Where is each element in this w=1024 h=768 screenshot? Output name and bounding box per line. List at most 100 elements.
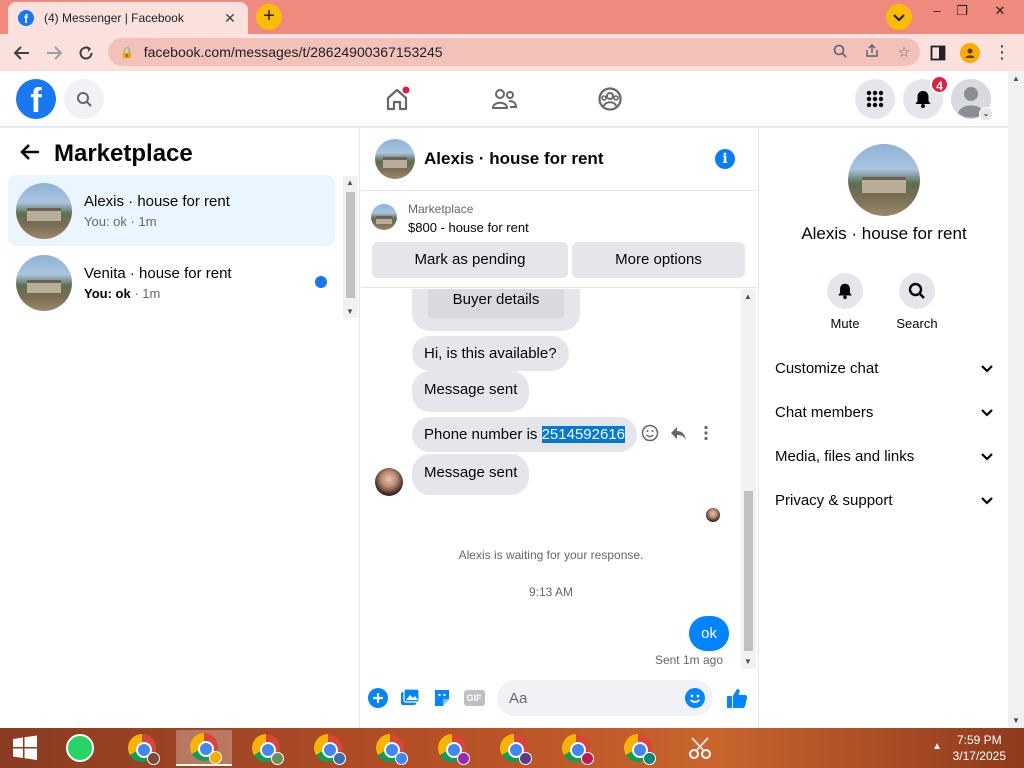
chrome-icon bbox=[314, 734, 346, 765]
scrollbar-thumb[interactable] bbox=[346, 192, 355, 298]
browser-tab[interactable]: f (4) Messenger | Facebook ✕ bbox=[8, 2, 248, 34]
sender-avatar[interactable] bbox=[375, 468, 403, 496]
taskbar-chrome-8[interactable] bbox=[548, 730, 604, 766]
outgoing-message-bubble: ok bbox=[689, 616, 729, 651]
gif-icon[interactable]: GIF bbox=[462, 688, 486, 708]
page-scrollbar[interactable]: ▲ ▼ bbox=[1008, 71, 1024, 728]
listing-thumbnail bbox=[16, 182, 72, 239]
more-vertical-icon[interactable] bbox=[697, 424, 715, 442]
notifications-button[interactable]: 4 bbox=[903, 75, 949, 119]
facebook-logo-icon[interactable]: f bbox=[16, 79, 56, 119]
facebook-search-button[interactable] bbox=[64, 79, 104, 119]
taskbar-whatsapp[interactable] bbox=[52, 730, 108, 766]
scroll-down-icon[interactable]: ▼ bbox=[744, 657, 752, 666]
reply-icon[interactable] bbox=[669, 424, 687, 442]
address-bar[interactable]: 🔒 facebook.com/messages/t/28624900367153… bbox=[108, 38, 920, 66]
listing-title[interactable]: $800 - house for rent bbox=[408, 220, 529, 235]
search-label: Search bbox=[896, 316, 938, 331]
chat-members-row[interactable]: Chat members bbox=[775, 390, 993, 434]
chevron-down-icon bbox=[981, 449, 993, 464]
mark-as-pending-button[interactable]: Mark as pending bbox=[372, 242, 568, 278]
plus-circle-icon[interactable] bbox=[368, 688, 388, 708]
bookmark-star-icon[interactable]: ☆ bbox=[888, 44, 920, 61]
scroll-up-icon[interactable]: ▲ bbox=[346, 178, 354, 187]
taskbar-chrome-2[interactable] bbox=[176, 730, 232, 766]
scroll-down-icon[interactable]: ▼ bbox=[346, 307, 354, 316]
waiting-notice: Alexis is waiting for your response. bbox=[458, 548, 644, 562]
taskbar-snipping-tool[interactable] bbox=[672, 730, 728, 766]
message-timestamp: 9:13 AM bbox=[528, 585, 574, 599]
scroll-up-icon[interactable]: ▲ bbox=[1012, 74, 1020, 83]
tab-title: (4) Messenger | Facebook bbox=[44, 11, 184, 25]
bell-icon bbox=[827, 273, 863, 309]
restore-button[interactable]: ❐ bbox=[945, 0, 979, 22]
back-button[interactable] bbox=[6, 37, 38, 69]
more-options-button[interactable]: More options bbox=[572, 242, 745, 278]
chrome-menu-icon[interactable]: ⋮ bbox=[986, 37, 1018, 69]
info-icon[interactable]: i bbox=[715, 149, 735, 169]
taskbar-chrome-9[interactable] bbox=[610, 730, 666, 766]
chat-title[interactable]: Alexis · house for rent bbox=[424, 149, 603, 169]
search-in-conversation-button[interactable]: Search bbox=[887, 273, 947, 331]
listing-thumbnail[interactable] bbox=[371, 204, 397, 230]
conversation-item-venita[interactable]: Venita · house for rent You: ok · 1m bbox=[8, 247, 335, 318]
emoji-icon[interactable] bbox=[685, 688, 705, 708]
mute-button[interactable]: Mute bbox=[815, 273, 875, 331]
groups-nav-button[interactable] bbox=[594, 83, 626, 115]
start-button[interactable] bbox=[0, 728, 50, 768]
close-window-button[interactable]: ✕ bbox=[983, 0, 1017, 22]
taskbar-chrome-1[interactable] bbox=[114, 730, 170, 766]
conversation-avatar[interactable] bbox=[848, 144, 920, 216]
conversation-list-scrollbar[interactable]: ▲ ▼ bbox=[343, 176, 358, 318]
photo-icon[interactable] bbox=[400, 688, 420, 708]
forward-button[interactable] bbox=[38, 37, 70, 69]
menu-button[interactable] bbox=[855, 79, 895, 119]
scrollbar-thumb[interactable] bbox=[744, 491, 753, 651]
chat-avatar[interactable] bbox=[375, 139, 415, 179]
taskbar-chrome-5[interactable] bbox=[362, 730, 418, 766]
friends-nav-button[interactable] bbox=[488, 83, 520, 115]
media-files-links-row[interactable]: Media, files and links bbox=[775, 434, 993, 478]
customize-chat-row[interactable]: Customize chat bbox=[775, 346, 993, 390]
show-hidden-icons-icon[interactable]: ▲ bbox=[932, 741, 942, 752]
privacy-support-row[interactable]: Privacy & support bbox=[775, 478, 993, 522]
new-tab-button[interactable]: + bbox=[256, 4, 282, 30]
home-icon bbox=[386, 86, 410, 111]
emoji-react-icon[interactable] bbox=[641, 424, 659, 442]
buyer-details-card: Buyer details bbox=[412, 289, 580, 331]
thumbs-up-icon[interactable] bbox=[725, 686, 749, 710]
sticker-icon[interactable] bbox=[432, 688, 452, 708]
marketplace-listing-bar: Marketplace $800 - house for rent Mark a… bbox=[361, 192, 757, 288]
chrome-icon bbox=[500, 734, 532, 765]
reload-icon bbox=[79, 45, 93, 60]
read-receipt-avatar bbox=[706, 508, 720, 522]
message-input[interactable] bbox=[497, 680, 713, 716]
conversation-name: Venita · house for rent bbox=[84, 264, 232, 282]
reload-button[interactable] bbox=[70, 37, 102, 69]
close-tab-icon[interactable]: ✕ bbox=[222, 10, 238, 27]
back-arrow-icon[interactable] bbox=[20, 141, 40, 167]
conversation-preview: You: ok · 1m bbox=[84, 285, 161, 301]
taskbar-chrome-4[interactable] bbox=[300, 730, 356, 766]
taskbar-chrome-6[interactable] bbox=[424, 730, 480, 766]
windows-logo-icon bbox=[13, 735, 37, 760]
tab-search-button[interactable] bbox=[886, 4, 912, 30]
account-button[interactable]: ⌄ bbox=[951, 79, 993, 121]
share-icon[interactable] bbox=[856, 43, 888, 61]
taskbar-chrome-7[interactable] bbox=[486, 730, 542, 766]
buyer-details-button[interactable]: Buyer details bbox=[428, 289, 564, 319]
taskbar-clock[interactable]: 7:59 PM 3/17/2025 bbox=[953, 732, 1006, 764]
side-panel-icon[interactable] bbox=[922, 37, 954, 69]
scissors-icon bbox=[689, 737, 711, 759]
message-bubble: Phone number is 2514592616 bbox=[412, 417, 638, 452]
scroll-down-icon[interactable]: ▼ bbox=[1012, 716, 1020, 725]
search-icon[interactable] bbox=[824, 44, 856, 61]
scroll-up-icon[interactable]: ▲ bbox=[744, 292, 752, 301]
profile-avatar-icon bbox=[960, 42, 980, 63]
home-nav-button[interactable] bbox=[381, 83, 413, 115]
thread-scrollbar[interactable]: ▲ ▼ bbox=[741, 289, 756, 669]
conversation-item-alexis[interactable]: Alexis · house for rent You: ok · 1m bbox=[8, 175, 335, 246]
facebook-top-nav: f 4 ⌄ bbox=[0, 71, 1024, 127]
profile-button[interactable] bbox=[954, 37, 986, 69]
taskbar-chrome-3[interactable] bbox=[238, 730, 294, 766]
